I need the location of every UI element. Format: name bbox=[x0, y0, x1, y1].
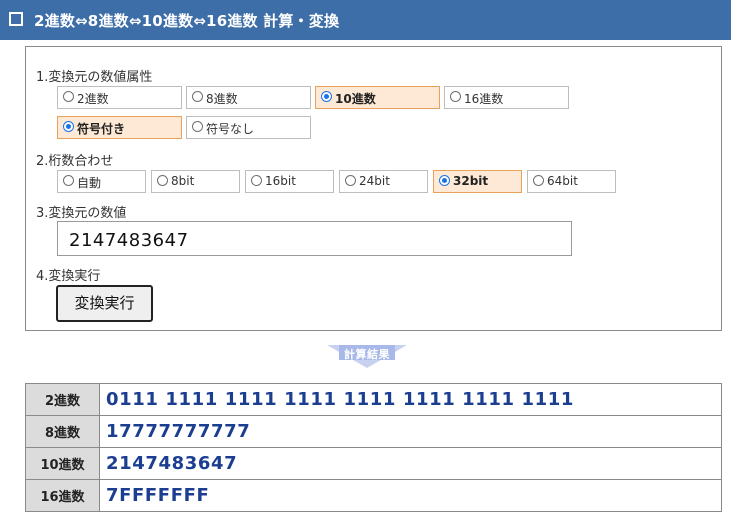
section-value-label: 3.変換元の数値 bbox=[36, 206, 127, 221]
title-bar: 2進数⇔8進数⇔10進数⇔16進数 計算・変換 bbox=[0, 0, 731, 40]
radio-circle[interactable] bbox=[192, 121, 203, 132]
row-value: 2147483647 bbox=[99, 447, 722, 480]
radio-circle-selected[interactable] bbox=[439, 175, 450, 186]
result-badge-label: 計算結果 bbox=[344, 348, 390, 361]
row-value: 0111 1111 1111 1111 1111 1111 1111 1111 bbox=[99, 383, 722, 416]
section-attribute-label: 1.変換元の数値属性 bbox=[36, 70, 153, 85]
radio-circle[interactable] bbox=[345, 175, 356, 186]
row-label: 10進数 bbox=[25, 447, 100, 480]
radio-unsigned[interactable]: 符号なし bbox=[186, 116, 311, 139]
radio-circle[interactable] bbox=[251, 175, 262, 186]
page-title: 2進数⇔8進数⇔10進数⇔16進数 計算・変換 bbox=[34, 12, 340, 30]
source-number-input[interactable]: 2147483647 bbox=[57, 221, 572, 256]
row-label: 8進数 bbox=[25, 415, 100, 448]
radio-base-2[interactable]: 2進数 bbox=[57, 86, 182, 109]
section-digits-label: 2.桁数合わせ bbox=[36, 154, 114, 169]
radio-base-16[interactable]: 16進数 bbox=[444, 86, 569, 109]
radio-circle-selected[interactable] bbox=[63, 121, 74, 132]
radio-bits-8[interactable]: 8bit bbox=[151, 170, 240, 193]
convert-button[interactable]: 変換実行 bbox=[56, 285, 153, 322]
radio-circle[interactable] bbox=[192, 91, 203, 102]
radio-bits-24[interactable]: 24bit bbox=[339, 170, 428, 193]
radio-bits-auto[interactable]: 自動 bbox=[57, 170, 146, 193]
radio-circle-selected[interactable] bbox=[321, 91, 332, 102]
radio-circle[interactable] bbox=[63, 91, 74, 102]
table-row: 10進数 2147483647 bbox=[25, 447, 722, 480]
radio-circle[interactable] bbox=[157, 175, 168, 186]
radio-base-10[interactable]: 10進数 bbox=[315, 86, 440, 109]
radio-signed[interactable]: 符号付き bbox=[57, 116, 182, 139]
radio-bits-64[interactable]: 64bit bbox=[527, 170, 616, 193]
row-value: 17777777777 bbox=[99, 415, 722, 448]
result-badge: 計算結果 bbox=[325, 343, 409, 369]
section-execute-label: 4.変換実行 bbox=[36, 269, 101, 284]
radio-circle[interactable] bbox=[533, 175, 544, 186]
radio-circle[interactable] bbox=[63, 175, 74, 186]
table-row: 2進数 0111 1111 1111 1111 1111 1111 1111 1… bbox=[25, 383, 722, 416]
grid-icon bbox=[9, 12, 23, 26]
row-value: 7FFFFFFF bbox=[99, 479, 722, 512]
radio-base-8[interactable]: 8進数 bbox=[186, 86, 311, 109]
row-label: 2進数 bbox=[25, 383, 100, 416]
table-row: 16進数 7FFFFFFF bbox=[25, 479, 722, 512]
result-table: 2進数 0111 1111 1111 1111 1111 1111 1111 1… bbox=[25, 383, 722, 512]
radio-bits-16[interactable]: 16bit bbox=[245, 170, 334, 193]
radio-circle[interactable] bbox=[450, 91, 461, 102]
radio-bits-32[interactable]: 32bit bbox=[433, 170, 522, 193]
input-panel: 1.変換元の数値属性 2進数 8進数 10進数 16進数 符号付き 符号なし 2… bbox=[25, 46, 722, 331]
row-label: 16進数 bbox=[25, 479, 100, 512]
table-row: 8進数 17777777777 bbox=[25, 415, 722, 448]
